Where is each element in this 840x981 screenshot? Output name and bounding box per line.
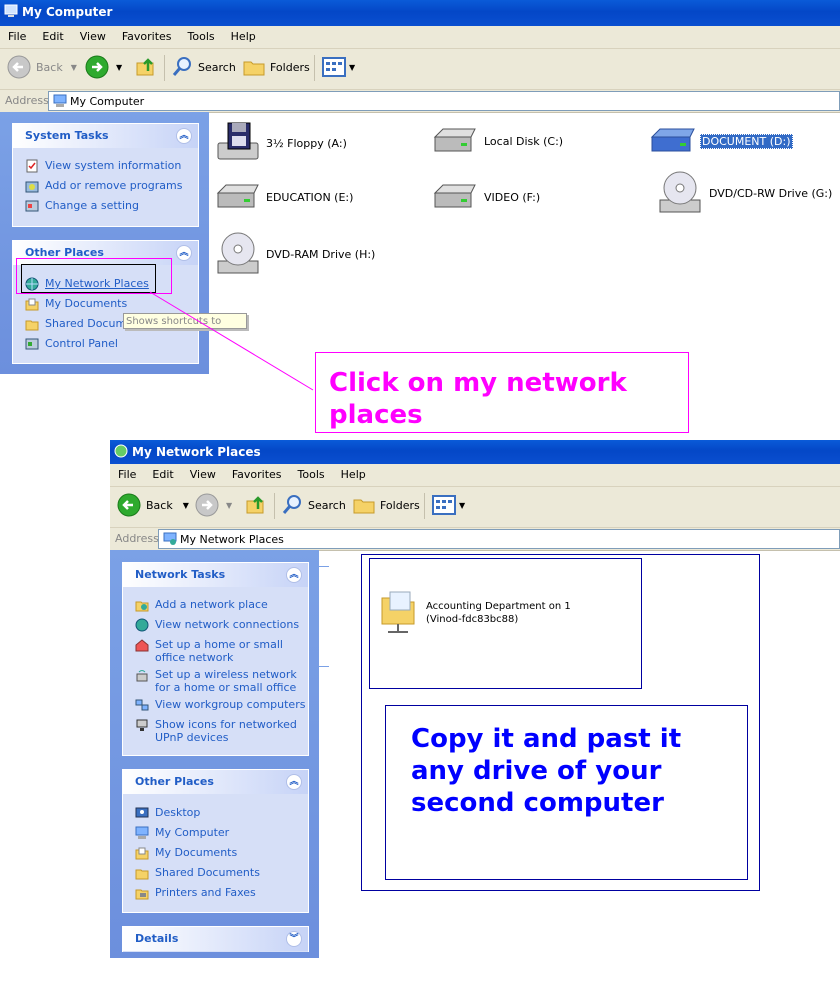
wireless-network-icon [136,670,148,682]
details-header[interactable]: Details ︾ [123,927,308,951]
task-wireless-network[interactable]: Set up a wireless network for a home or s… [135,668,297,694]
menu-tools[interactable]: Tools [298,468,325,481]
network-places-icon [114,444,128,458]
place-label: My Computer [155,826,230,839]
place-shared-documents[interactable]: Shared Documents [135,866,260,880]
back-dropdown-icon[interactable]: ▼ [183,501,189,510]
menu-help[interactable]: Help [341,468,366,481]
folders-button[interactable]: Folders [352,487,420,523]
details-title: Details [135,932,179,945]
place-label: Shared Documents [155,866,260,879]
network-tasks-panel: Network Tasks ︽ Add a network place View… [122,562,309,756]
menu-view[interactable]: View [190,468,216,481]
task-label-line2: UPnP devices [155,731,229,744]
task-label-line2: office network [155,651,234,664]
place-label: Desktop [155,806,201,819]
search-button[interactable]: Search [280,487,346,523]
win2-address-bar: Address My Network Places [110,528,840,551]
win2-menubar: File Edit View Favorites Tools Help [110,464,840,487]
my-documents-icon [135,847,149,860]
address-label: Address [115,532,159,545]
task-workgroup-computers[interactable]: View workgroup computers [135,698,305,712]
callout1-line1: Click on my network [329,368,627,398]
details-panel: Details ︾ [122,926,309,952]
callout2-line2: any drive of your [411,756,662,786]
workgroup-icon [135,699,149,711]
task-label: Set up a home or small [155,638,283,651]
task-label-line2: for a home or small office [155,681,297,694]
network-folder-icon [381,591,415,633]
forward-dropdown-icon[interactable]: ▼ [226,501,232,510]
collapse-up-icon[interactable]: ︽ [286,567,302,583]
menu-edit[interactable]: Edit [152,468,173,481]
back-button[interactable]: Back ▼ [116,487,189,523]
place-desktop[interactable]: Desktop [135,806,200,820]
menu-file[interactable]: File [118,468,136,481]
task-label: Set up a wireless network [155,668,297,681]
printer-folder-icon [135,889,149,900]
back-label: Back [146,498,173,512]
callout2-line1: Copy it and past it [411,724,682,754]
expand-down-icon[interactable]: ︾ [286,931,302,947]
network-tasks-header[interactable]: Network Tasks ︽ [123,563,308,587]
other-places-header[interactable]: Other Places ︽ [123,770,308,794]
task-label: Add a network place [155,598,268,611]
win2-toolbar: Back ▼ ▼ Search Folders ▼ [110,487,840,528]
home-network-icon [135,639,149,652]
win2-titlebar: My Network Places [110,440,840,464]
network-places-icon [163,532,177,545]
other-places-panel-2: Other Places ︽ Desktop My Computer My Do… [122,769,309,913]
add-network-place-icon [135,601,149,612]
address-input[interactable]: My Network Places [158,529,840,549]
place-my-documents[interactable]: My Documents [135,846,237,860]
task-label: View workgroup computers [155,698,306,711]
win2-title: My Network Places [132,445,261,459]
network-share-item[interactable]: Accounting Department on 1 (Vinod-fdc83b… [378,588,571,638]
callout1-line2: places [329,400,423,430]
callout-copy-paste: Copy it and past it any drive of your se… [385,705,748,880]
task-label: View network connections [155,618,300,631]
views-icon [432,495,456,515]
task-upnp-devices[interactable]: Show icons for networked UPnP devices [135,718,297,744]
menu-favorites[interactable]: Favorites [232,468,282,481]
views-dropdown-icon[interactable]: ▼ [459,501,465,510]
folders-icon [353,499,375,514]
divider [319,666,329,667]
upnp-devices-icon [136,719,148,731]
callout-click-network: Click on my network places [315,352,689,433]
back-arrow-icon [117,493,141,517]
collapse-up-icon[interactable]: ︽ [286,774,302,790]
views-button[interactable]: ▼ [432,487,465,523]
network-tasks-title: Network Tasks [135,568,226,581]
search-icon [282,495,301,514]
place-label: My Documents [155,846,238,859]
computer-icon [135,826,149,839]
up-button[interactable] [244,487,268,523]
task-view-network-connections[interactable]: View network connections [135,618,299,632]
place-printers-faxes[interactable]: Printers and Faxes [135,886,256,900]
address-value: My Network Places [180,533,284,546]
divider [319,566,329,567]
up-folder-icon [246,496,264,514]
share-host: (Vinod-fdc83bc88) [426,614,519,625]
folders-label: Folders [380,498,420,512]
callout2-line3: second computer [411,788,664,818]
share-name: Accounting Department on 1 [426,601,571,612]
other-places-title: Other Places [135,775,214,788]
forward-button[interactable]: ▼ [194,487,232,523]
task-home-office-network[interactable]: Set up a home or small office network [135,638,283,664]
search-label: Search [308,498,346,512]
network-connections-icon [135,618,149,632]
place-my-computer[interactable]: My Computer [135,826,229,840]
task-add-network-place[interactable]: Add a network place [135,598,268,612]
desktop-icon [135,807,149,818]
shared-folder-icon [135,869,149,880]
task-label: Show icons for networked [155,718,297,731]
forward-arrow-icon [195,493,219,517]
place-label: Printers and Faxes [155,886,256,899]
win2-task-pane: Network Tasks ︽ Add a network place View… [110,550,319,958]
